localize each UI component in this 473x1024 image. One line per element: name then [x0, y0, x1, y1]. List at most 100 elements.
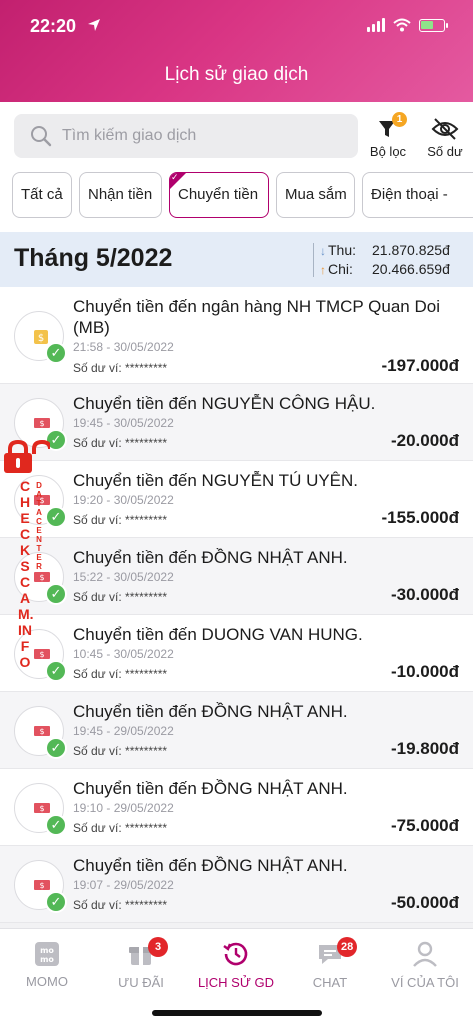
transaction-title: Chuyển tiền đến ngân hàng NH TMCP Quan D… [73, 297, 440, 337]
success-check-icon: ✓ [45, 506, 67, 528]
wifi-icon [393, 18, 411, 32]
nav-momo[interactable]: mo mo MOMO [0, 935, 94, 997]
transaction-balance: Số dư ví: ********* [73, 590, 168, 604]
svg-text:$: $ [39, 650, 44, 659]
search-box[interactable] [14, 114, 358, 158]
svg-text:mo: mo [40, 955, 54, 964]
category-chips: Tất cả Nhận tiền ✓ Chuyển tiền Mua sắm Đ… [0, 164, 473, 232]
svg-text:mo: mo [40, 946, 54, 955]
status-indicators [367, 18, 448, 32]
transaction-time: 19:20 - 30/05/2022 [73, 493, 174, 507]
transaction-list: $ ✓ Chuyển tiền đến ngân hàng NH TMCP Qu… [0, 287, 473, 923]
momo-logo-icon: mo mo [35, 942, 59, 966]
money-transfer-icon: $ ✓ [14, 860, 67, 913]
transaction-amount: -75.000đ [390, 816, 459, 835]
nav-history[interactable]: LỊCH SỬ GD [189, 935, 283, 997]
expense-value: 20.466.659đ [372, 261, 450, 277]
transaction-row[interactable]: $ ✓ Chuyển tiền đến ngân hàng NH TMCP Qu… [0, 287, 473, 384]
transaction-amount: -20.000đ [390, 431, 459, 450]
svg-text:$: $ [38, 333, 44, 344]
transaction-title: Chuyển tiền đến NGUYỄN CÔNG HẬU. [73, 394, 376, 413]
success-check-icon: ✓ [45, 583, 67, 605]
transaction-row[interactable]: $ ✓ Chuyển tiền đến DUONG VAN HUNG. 10:4… [0, 615, 473, 692]
search-input[interactable] [62, 114, 342, 158]
transaction-time: 10:45 - 30/05/2022 [73, 647, 174, 661]
svg-text:$: $ [39, 727, 44, 736]
balance-label: Số dư [427, 144, 463, 159]
chip-phone[interactable]: Điện thoại - [362, 172, 473, 218]
transaction-balance: Số dư ví: ********* [73, 361, 168, 375]
transaction-row[interactable]: $ ✓ Chuyển tiền đến ĐỒNG NHẬT ANH. 19:07… [0, 846, 473, 923]
nav-wallet[interactable]: VÍ CỦA TÔI [378, 935, 472, 997]
income-summary: ↓ Thu: 21.870.825đ [320, 242, 450, 258]
svg-text:$: $ [39, 419, 44, 428]
page-title: Lịch sử giao dịch [164, 64, 309, 85]
transaction-row[interactable]: $ ✓ Chuyển tiền đến ĐỒNG NHẬT ANH. 15:22… [0, 538, 473, 615]
battery-icon [419, 18, 448, 32]
transaction-balance: Số dư ví: ********* [73, 821, 168, 835]
transaction-row[interactable]: $ ✓ Chuyển tiền đến ĐỒNG NHẬT ANH. 19:45… [0, 692, 473, 769]
transaction-time: 19:07 - 29/05/2022 [73, 878, 174, 892]
transaction-title: Chuyển tiền đến ĐỒNG NHẬT ANH. [73, 856, 348, 875]
transaction-title: Chuyển tiền đến ĐỒNG NHẬT ANH. [73, 548, 348, 567]
divider [313, 243, 314, 277]
chip-transfer[interactable]: ✓ Chuyển tiền [169, 172, 269, 218]
arrow-up-icon: ↑ [320, 263, 326, 277]
svg-text:$: $ [39, 804, 44, 813]
watermark-subtext: DATA CENTER [36, 481, 42, 571]
transaction-amount: -197.000đ [381, 356, 460, 375]
transaction-balance: Số dư ví: ********* [73, 744, 168, 758]
cellular-signal-icon [367, 18, 385, 32]
filter-count-badge: 1 [392, 112, 407, 127]
transaction-time: 21:58 - 30/05/2022 [73, 340, 174, 354]
status-bar: 22:20 [0, 12, 473, 40]
lock-icon [4, 440, 50, 473]
offers-badge: 3 [148, 937, 168, 957]
transaction-row[interactable]: $ ✓ Chuyển tiền đến NGUYỄN TÚ UYÊN. 19:2… [0, 461, 473, 538]
success-check-icon: ✓ [45, 737, 67, 759]
month-title: Tháng 5/2022 [14, 244, 173, 272]
svg-text:$: $ [39, 573, 44, 582]
nav-chat[interactable]: 28 CHAT [283, 935, 377, 997]
filter-label: Bộ lọc [369, 144, 407, 159]
transaction-title: Chuyển tiền đến DUONG VAN HUNG. [73, 625, 363, 644]
toggle-balance-button[interactable]: Số dư [420, 110, 470, 160]
transaction-time: 19:45 - 30/05/2022 [73, 416, 174, 430]
success-check-icon: ✓ [45, 814, 67, 836]
transaction-balance: Số dư ví: ********* [73, 898, 168, 912]
chip-all[interactable]: Tất cả [12, 172, 72, 218]
nav-offers[interactable]: 3 ƯU ĐÃI [94, 935, 188, 997]
user-icon [413, 941, 437, 967]
transaction-amount: -10.000đ [390, 662, 459, 681]
chip-shopping[interactable]: Mua sắm [276, 172, 355, 218]
transaction-title: Chuyển tiền đến ĐỒNG NHẬT ANH. [73, 702, 348, 721]
money-transfer-icon: $ ✓ [14, 783, 67, 836]
transaction-time: 15:22 - 30/05/2022 [73, 570, 174, 584]
transaction-amount: -30.000đ [390, 585, 459, 604]
transaction-balance: Số dư ví: ********* [73, 667, 168, 681]
watermark-text: CHECKSCAM.INFO [18, 478, 34, 670]
filter-button[interactable]: 1 Bộ lọc [368, 110, 408, 160]
month-summary: Tháng 5/2022 ↓ Thu: 21.870.825đ ↑ Chi: 20.… [0, 232, 473, 287]
success-check-icon: ✓ [45, 891, 67, 913]
transaction-time: 19:45 - 29/05/2022 [73, 724, 174, 738]
success-check-icon: ✓ [45, 342, 67, 364]
eye-off-icon [431, 118, 459, 140]
expense-summary: ↑ Chi: 20.466.659đ [320, 261, 450, 277]
history-icon [223, 942, 248, 966]
transaction-row[interactable]: $ ✓ Chuyển tiền đến ĐỒNG NHẬT ANH. 19:10… [0, 769, 473, 846]
transaction-amount: -19.800đ [390, 739, 459, 758]
money-transfer-icon: $ ✓ [14, 706, 67, 759]
arrow-down-icon: ↓ [320, 244, 326, 258]
transaction-time: 19:10 - 29/05/2022 [73, 801, 174, 815]
transaction-title: Chuyển tiền đến ĐỒNG NHẬT ANH. [73, 779, 348, 798]
header: 22:20 Lịch sử giao dịch [0, 0, 473, 102]
transaction-amount: -50.000đ [390, 893, 459, 912]
chip-receive[interactable]: Nhận tiền [79, 172, 162, 218]
transaction-balance: Số dư ví: ********* [73, 513, 168, 527]
income-value: 21.870.825đ [372, 242, 450, 258]
transaction-row[interactable]: $ ✓ Chuyển tiền đến NGUYỄN CÔNG HẬU. 19:… [0, 384, 473, 461]
bank-icon: $ ✓ [14, 311, 67, 364]
check-icon: ✓ [171, 172, 179, 182]
status-time: 22:20 [30, 16, 77, 36]
